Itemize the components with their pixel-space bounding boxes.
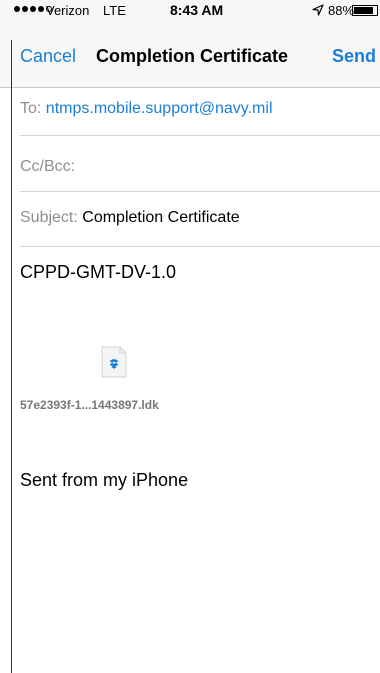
mail-compose-screen: Verizon LTE 8:43 AM 88% Cancel Completio…: [0, 0, 380, 673]
message-body-text[interactable]: CPPD-GMT-DV-1.0: [20, 262, 176, 283]
signature-text[interactable]: Sent from my iPhone: [20, 470, 188, 491]
status-time: 8:43 AM: [170, 2, 224, 18]
status-bar: Verizon LTE 8:43 AM 88%: [0, 0, 380, 22]
to-label: To:: [20, 100, 42, 117]
send-button[interactable]: Send: [332, 46, 376, 67]
subject-field[interactable]: Subject: Completion Certificate: [20, 192, 380, 247]
cancel-button[interactable]: Cancel: [20, 46, 76, 67]
location-arrow-icon: [312, 4, 324, 16]
navigation-bar: Cancel Completion Certificate Send: [0, 22, 380, 88]
page-title: Completion Certificate: [96, 46, 289, 66]
to-field[interactable]: To: ntmps.mobile.support@navy.mil: [20, 88, 380, 136]
network-type: LTE: [103, 3, 126, 18]
carrier-name: Verizon: [46, 3, 90, 18]
cc-bcc-field[interactable]: Cc/Bcc:: [20, 136, 380, 192]
subject-value[interactable]: Completion Certificate: [82, 209, 239, 226]
left-edge-divider: [11, 40, 12, 673]
attachment-filename[interactable]: 57e2393f-1...1443897.ldk: [20, 398, 159, 412]
to-recipient[interactable]: ntmps.mobile.support@navy.mil: [46, 100, 273, 117]
battery-icon: [352, 5, 378, 16]
dropbox-icon[interactable]: [100, 346, 128, 378]
subject-label: Subject:: [20, 209, 78, 226]
battery-percent: 88%: [328, 3, 355, 18]
cc-bcc-label: Cc/Bcc:: [20, 158, 76, 175]
